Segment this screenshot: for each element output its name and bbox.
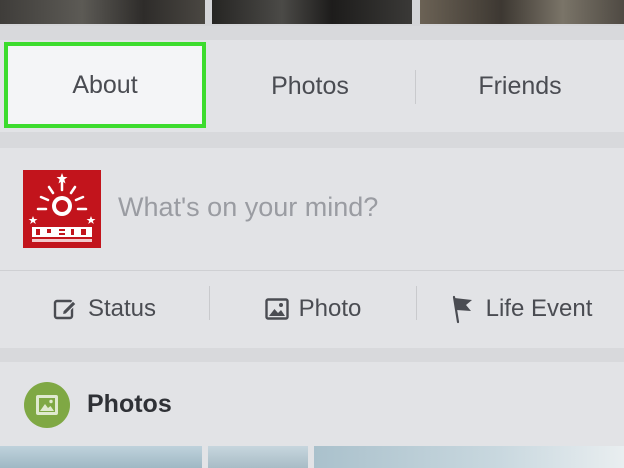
photo-thumbnail[interactable] [0,0,205,24]
photo-thumbnail[interactable] [212,0,412,24]
photo-thumbnail[interactable] [420,0,624,24]
profile-avatar[interactable] [23,170,101,248]
life-event-label: Life Event [485,295,593,322]
tab-photos[interactable]: Photos [210,40,410,132]
photo-label: Photo [298,295,362,322]
status-composer: What's on your mind? Status Photo Life E… [0,148,624,348]
life-event-button[interactable]: Life Event [418,271,624,347]
edit-icon [52,296,78,322]
photos-section-title[interactable]: Photos [87,390,172,419]
status-input[interactable]: What's on your mind? [118,192,378,223]
photo-thumbnail[interactable] [208,446,308,468]
tab-about-label: About [72,70,138,99]
photo-button[interactable]: Photo [210,271,416,347]
photo-thumbnail[interactable] [314,446,624,468]
profile-tab-bar: About Photos Friends [0,40,624,132]
tab-photos-label: Photos [271,71,349,100]
avatar-logo-icon [28,173,96,242]
action-divider [416,286,417,320]
image-icon [264,297,289,321]
photos-section: Photos [0,362,624,468]
tab-friends[interactable]: Friends [416,40,624,132]
flag-icon [450,294,476,324]
cover-photo-strip [0,0,624,26]
tab-friends-label: Friends [478,71,562,100]
photo-thumbnail[interactable] [0,446,202,468]
status-button[interactable]: Status [0,271,208,347]
tab-about[interactable]: About [4,42,206,128]
status-label: Status [87,295,157,322]
photos-section-icon [24,382,70,428]
